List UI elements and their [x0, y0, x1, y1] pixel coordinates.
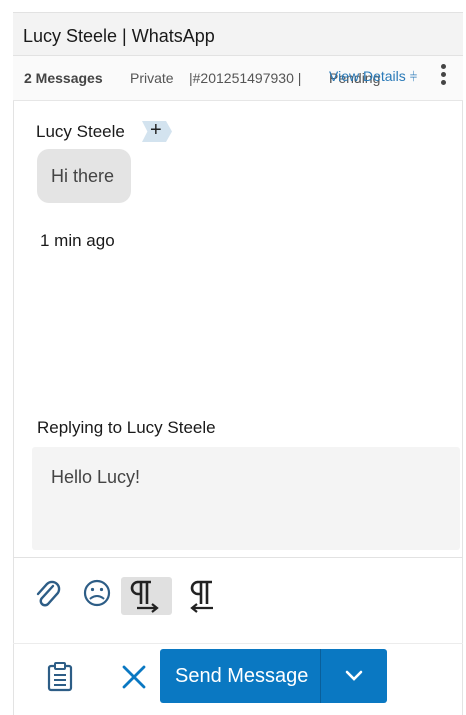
view-details-label: View Details: [329, 68, 406, 84]
privacy-label: Private: [130, 70, 174, 86]
rtl-paragraph-icon: [190, 580, 213, 613]
replying-to-label: Replying to Lucy Steele: [37, 418, 216, 437]
send-options-dropdown[interactable]: [321, 649, 387, 703]
title-bar: Lucy Steele | WhatsApp: [13, 12, 463, 56]
clipboard-icon[interactable]: [46, 662, 74, 697]
conversation-panel: [13, 12, 463, 715]
ltr-direction-button[interactable]: [121, 577, 172, 615]
plus-icon: +: [150, 119, 162, 141]
more-options-icon[interactable]: [439, 64, 447, 90]
ltr-paragraph-icon: [130, 580, 159, 613]
info-bar: 2 Messages Private |#201251497930 | Pend…: [13, 56, 463, 101]
send-message-button[interactable]: Send Message: [160, 649, 387, 703]
rtl-direction-button[interactable]: [185, 577, 219, 615]
divider: [13, 643, 463, 644]
attachment-icon[interactable]: [33, 577, 61, 615]
emoji-icon[interactable]: [83, 577, 111, 615]
sender-name: Lucy Steele: [36, 122, 125, 141]
message-count: 2 Messages: [24, 70, 103, 86]
send-message-label: Send Message: [175, 665, 309, 687]
conversation-title: Lucy Steele | WhatsApp: [23, 26, 215, 46]
message-text: Hi there: [51, 166, 115, 186]
reply-editor[interactable]: Hello Lucy!: [32, 447, 460, 550]
message-timestamp: 1 min ago: [40, 231, 115, 250]
ticket-number: |#201251497930 |: [189, 70, 302, 86]
chevron-down-icon: [345, 670, 363, 681]
double-chevron-down-icon: ⫩: [409, 69, 418, 84]
message-bubble: Hi there: [37, 149, 131, 203]
reply-draft-text: Hello Lucy!: [51, 467, 141, 487]
divider: [13, 557, 463, 558]
view-details-link[interactable]: View Details ⫩: [329, 68, 417, 85]
close-icon[interactable]: [121, 664, 147, 695]
